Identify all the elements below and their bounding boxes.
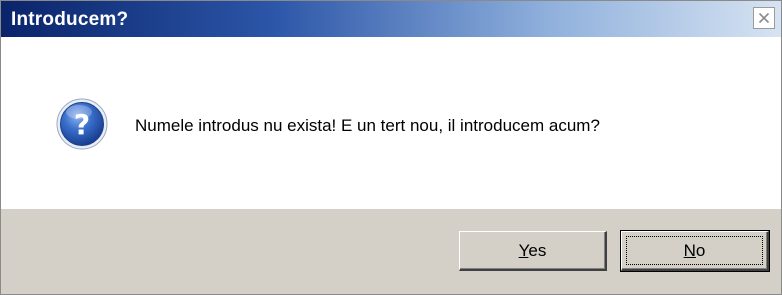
message-text: Numele introdus nu exista! E un tert nou… bbox=[135, 116, 600, 135]
message-dialog: Introducem? ? Numele introdus nu exista!… bbox=[0, 0, 782, 295]
svg-text:?: ? bbox=[74, 108, 90, 141]
title-bar[interactable]: Introducem? bbox=[1, 1, 781, 37]
window-title: Introducem? bbox=[11, 9, 129, 30]
close-button[interactable] bbox=[753, 7, 775, 29]
no-button-label: No bbox=[683, 240, 706, 260]
yes-button[interactable]: Yes bbox=[459, 231, 607, 271]
message-area: ? Numele introdus nu exista! E un tert n… bbox=[1, 37, 781, 209]
close-icon bbox=[758, 12, 770, 24]
no-button[interactable]: No bbox=[620, 230, 770, 272]
yes-button-label: Yes bbox=[518, 240, 547, 260]
question-icon: ? bbox=[56, 98, 108, 150]
button-bar: Yes No bbox=[1, 209, 781, 294]
